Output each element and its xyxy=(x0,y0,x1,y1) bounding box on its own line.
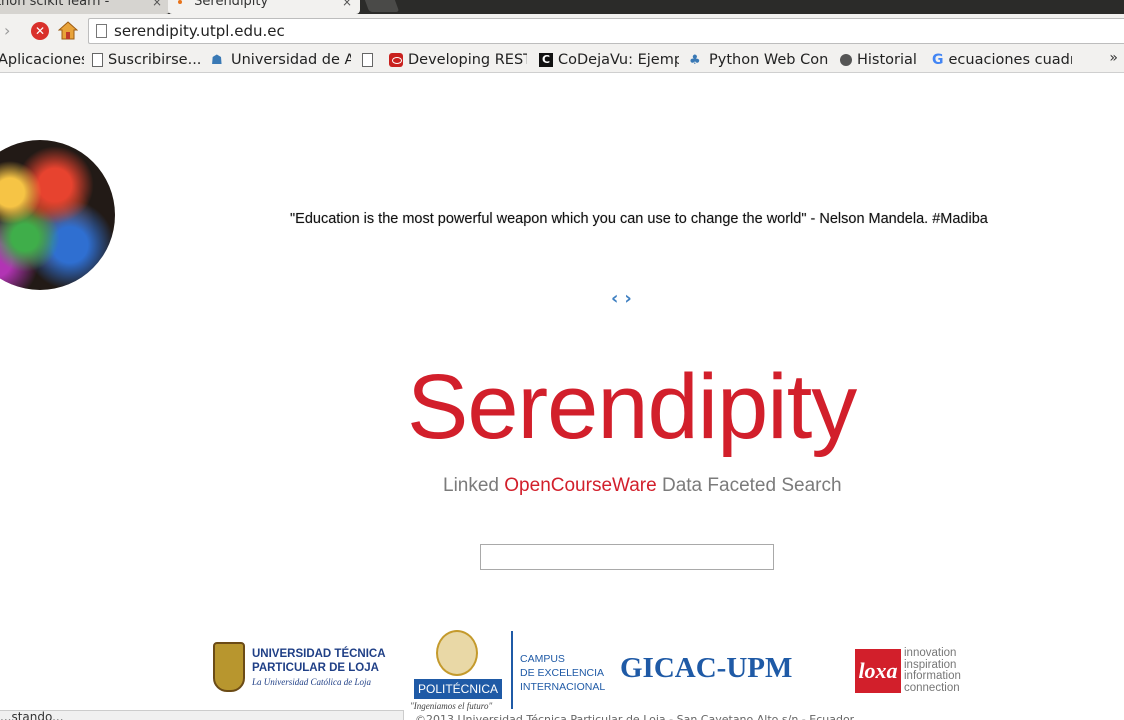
bookmark-label: Universidad de Al xyxy=(231,52,351,68)
bookmark-label: Developing REST xyxy=(408,52,527,68)
tab-python-scikit[interactable]: python scikit learn - × xyxy=(0,0,170,14)
upm-name: POLITÉCNICA xyxy=(414,679,502,699)
bookmark-developing-rest[interactable]: Developing REST xyxy=(389,50,527,70)
codejavu-icon: C xyxy=(539,53,553,67)
campus-line: CAMPUS xyxy=(520,653,565,665)
bookmark-label: CoDejaVu: Ejemp xyxy=(558,52,679,68)
upm-motto: "Ingeniamos el futuro" xyxy=(410,701,493,711)
new-tab-button[interactable] xyxy=(362,0,400,12)
loxa-word: connection xyxy=(904,681,960,694)
tagline-before: Linked xyxy=(443,475,505,496)
loxa-word: information xyxy=(904,670,961,682)
bookmark-historial[interactable]: Historial xyxy=(840,50,922,70)
stop-icon[interactable]: ✕ xyxy=(31,22,49,40)
bookmark-codejavu[interactable]: C CoDejaVu: Ejemp xyxy=(539,50,679,70)
bookmark-label: Aplicaciones xyxy=(0,52,84,68)
bookmarks-overflow-icon[interactable]: » xyxy=(1109,50,1118,66)
bookmark-suscribirse[interactable]: Suscribirse... xyxy=(92,50,204,70)
bookmark-label: Python Web Cons xyxy=(709,52,829,68)
chevron-right-icon[interactable]: › xyxy=(624,289,631,309)
tagline: Linked OpenCourseWare Data Faceted Searc… xyxy=(443,475,842,497)
tagline-after: Data Faceted Search xyxy=(656,475,842,496)
bookmark-blank-doc[interactable] xyxy=(362,50,380,70)
address-bar[interactable]: serendipity.utpl.edu.ec xyxy=(88,18,1124,44)
campus-line: DE EXCELENCIA xyxy=(520,667,605,679)
campus-line: INTERNACIONAL xyxy=(520,681,606,693)
tab-close-icon[interactable]: × xyxy=(342,0,352,14)
mandela-portrait xyxy=(0,140,115,290)
gicac-upm-logo[interactable]: GICAC-UPM xyxy=(620,652,792,685)
tab-title: Serendipity xyxy=(194,0,269,9)
tab-serendipity[interactable]: Serendipity × xyxy=(168,0,360,14)
upm-logo[interactable]: POLITÉCNICA "Ingeniamos el futuro" CAMPU… xyxy=(410,630,610,714)
loxa-word: innovation xyxy=(904,647,957,659)
url-text: serendipity.utpl.edu.ec xyxy=(114,22,285,40)
search-input[interactable] xyxy=(480,544,774,570)
tab-close-icon[interactable]: × xyxy=(152,0,162,14)
google-icon: G xyxy=(932,52,944,68)
utpl-line2: PARTICULAR DE LOJA xyxy=(252,662,379,674)
browser-toolbar: › ✕ serendipity.utpl.edu.ec xyxy=(0,14,1124,47)
university-icon: ☗ xyxy=(211,52,223,68)
serendipity-logo: Serendipity xyxy=(407,356,857,458)
loxa-logo[interactable]: loxa innovation inspiration information … xyxy=(855,647,975,698)
bookmark-label: Historial xyxy=(857,52,917,68)
loxa-mark: loxa xyxy=(855,649,901,693)
upm-seal-icon xyxy=(436,630,478,676)
utpl-logo[interactable]: UNIVERSIDAD TÉCNICA PARTICULAR DE LOJA L… xyxy=(213,642,403,698)
footer-text: ©2013 Universidad Técnica Particular de … xyxy=(415,713,855,720)
python-icon: ♣ xyxy=(689,52,701,68)
tab-strip: python scikit learn - × Serendipity × xyxy=(0,0,1124,14)
campus-excelencia-text: CAMPUS DE EXCELENCIA INTERNACIONAL xyxy=(520,652,605,694)
bookmark-universidad[interactable]: ☗ Universidad de Al xyxy=(211,50,351,70)
tagline-highlight: OpenCourseWare xyxy=(504,475,657,496)
oracle-icon xyxy=(389,53,403,67)
bookmarks-bar: Aplicaciones Suscribirse... ☗ Universidad… xyxy=(0,47,1124,73)
utpl-line1: UNIVERSIDAD TÉCNICA xyxy=(252,648,386,660)
quote-carousel-controls: ‹ › xyxy=(611,289,638,309)
home-icon[interactable] xyxy=(58,21,78,40)
bookmark-label: Suscribirse... xyxy=(108,52,202,68)
utpl-line3: La Universidad Católica de Loja xyxy=(252,677,371,687)
document-icon xyxy=(362,53,373,67)
bookmark-ecuaciones[interactable]: Gecuaciones cuadr xyxy=(932,50,1072,70)
page-icon xyxy=(96,24,107,38)
status-bar: ...stando... xyxy=(0,710,404,720)
quote-text: "Education is the most powerful weapon w… xyxy=(290,211,988,227)
history-icon xyxy=(840,54,852,66)
loxa-words: innovation inspiration information conne… xyxy=(904,647,961,694)
utpl-crest-icon xyxy=(213,642,245,692)
bookmark-python-web[interactable]: ♣ Python Web Cons xyxy=(689,50,829,70)
document-icon xyxy=(92,53,103,67)
status-text: ...stando... xyxy=(0,710,64,720)
upm-divider xyxy=(511,631,513,709)
page-content: "Education is the most powerful weapon w… xyxy=(0,74,1124,720)
bookmark-aplicaciones[interactable]: Aplicaciones xyxy=(0,50,84,70)
bookmark-label: ecuaciones cuadr xyxy=(948,52,1073,68)
favicon-icon xyxy=(178,0,182,4)
tab-title: python scikit learn - xyxy=(0,0,110,9)
forward-icon[interactable]: › xyxy=(4,21,10,40)
chevron-left-icon[interactable]: ‹ xyxy=(611,289,618,309)
